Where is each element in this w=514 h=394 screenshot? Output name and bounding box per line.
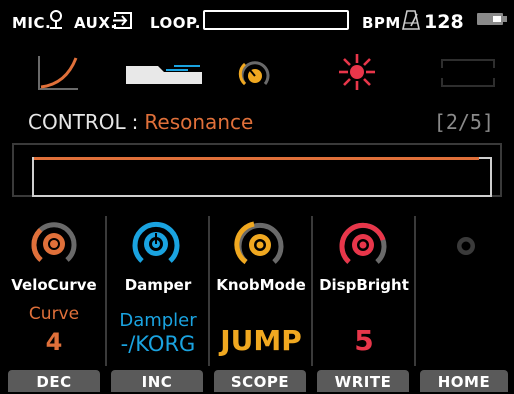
value-bar-level — [34, 157, 479, 160]
home-button[interactable]: HOME — [420, 370, 508, 392]
control-separator: : — [131, 110, 139, 134]
mode-icon-row — [0, 48, 514, 98]
knob-knobmode[interactable]: KnobMode JUMP — [210, 212, 312, 368]
knob-velocurve[interactable]: VeloCurve Curve 4 — [3, 212, 105, 368]
function-button-bar: DEC INC SCOPE WRITE HOME — [0, 370, 514, 392]
write-button[interactable]: WRITE — [317, 370, 409, 392]
knob-velocurve-dial-icon[interactable] — [29, 218, 79, 268]
knob-damper[interactable]: Damper Dampler -/KORG — [107, 212, 209, 368]
battery-icon — [477, 13, 507, 25]
dec-button[interactable]: DEC — [8, 370, 100, 392]
knob-knobmode-value: JUMP — [220, 324, 302, 357]
knob-dispbright-name: DispBright — [319, 276, 409, 294]
knob-knobmode-name: KnobMode — [216, 276, 306, 294]
knob-dispbright-value: 5 — [354, 324, 374, 357]
knob-mode-icon[interactable] — [237, 56, 273, 92]
knob-grid: VeloCurve Curve 4 Damper Dampler -/KORG … — [0, 212, 514, 368]
value-bar-inner-frame — [32, 157, 492, 197]
bpm-value: 128 — [424, 11, 464, 33]
value-bar[interactable] — [12, 143, 502, 217]
control-title: CONTROL: Resonance — [28, 110, 253, 134]
aux-input-icon — [113, 12, 132, 29]
empty-slot-icon — [441, 59, 495, 87]
knob-damper-value-label: Dampler — [119, 310, 197, 331]
page-indicator: [2/5] — [433, 110, 494, 134]
microphone-icon — [50, 10, 62, 29]
bpm-label: BPM — [362, 14, 401, 32]
loop-progress-box — [203, 10, 349, 30]
scope-button[interactable]: SCOPE — [214, 370, 306, 392]
knob-damper-dial-icon[interactable] — [129, 216, 183, 270]
aux-label: AUX. — [74, 14, 117, 32]
knob-dispbright-dial-icon[interactable] — [337, 218, 389, 270]
damper-pedal-icon[interactable] — [124, 62, 204, 88]
knob-velocurve-name: VeloCurve — [11, 276, 97, 294]
brightness-icon[interactable] — [337, 52, 377, 92]
control-parameter: Resonance — [144, 110, 254, 134]
knob-damper-name: Damper — [124, 276, 192, 294]
knob-dispbright[interactable]: DispBright 5 — [313, 212, 415, 368]
knob-empty-icon — [457, 237, 475, 255]
mic-label: MIC. — [12, 14, 52, 32]
status-bar: MIC. AUX. LOOP. BPM 128 — [0, 0, 514, 44]
loop-label: LOOP. — [150, 14, 201, 32]
metronome-icon — [402, 10, 420, 30]
control-label: CONTROL — [28, 110, 126, 134]
knob-velocurve-value-label: Curve — [28, 304, 80, 324]
knob-empty — [416, 212, 514, 368]
knob-damper-value: -/KORG — [120, 332, 196, 356]
inc-button[interactable]: INC — [111, 370, 203, 392]
velocity-curve-icon[interactable] — [36, 54, 80, 92]
knob-velocurve-value: 4 — [45, 328, 63, 356]
knob-knobmode-dial-icon[interactable] — [234, 218, 286, 270]
